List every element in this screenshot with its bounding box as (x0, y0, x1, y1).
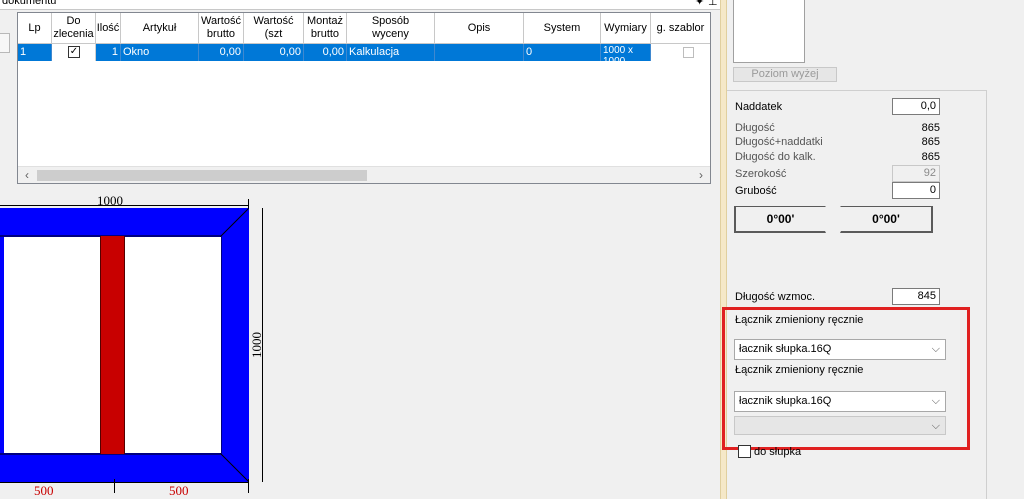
wzmoc-label: Długość wzmoc. (735, 291, 816, 303)
mullion-post[interactable] (100, 236, 125, 454)
grubosc-input[interactable]: 0 (892, 182, 940, 199)
scrollbar-thumb[interactable] (37, 170, 367, 181)
dropdown-pin-icon[interactable]: ✦ (695, 0, 704, 8)
cell-system: 0 (524, 44, 601, 61)
col-do-zlecenia[interactable]: Do zlecenia (52, 13, 96, 44)
bottom-dimension-tick-right (248, 479, 249, 493)
col-wartosc-brutto[interactable]: Wartość brutto (199, 13, 244, 44)
right-pane[interactable] (124, 237, 221, 453)
szerokosc-label: Szerokość (735, 168, 787, 180)
dlugosc-label: Długość (735, 122, 775, 134)
element-preview-box (733, 0, 805, 63)
left-pane[interactable] (4, 237, 101, 453)
right-panel-separator (727, 90, 987, 91)
szablon-checkbox[interactable] (683, 47, 694, 58)
angle-left-box[interactable]: 0°00' (734, 206, 826, 233)
cell-artykul: Okno (121, 44, 199, 61)
col-ilosc[interactable]: Ilość (96, 13, 121, 44)
dlugosc-kalk-value: 865 (921, 151, 940, 163)
dlugosc-value: 865 (921, 122, 940, 134)
cell-sposob-wyceny: Kalkulacja (347, 44, 435, 61)
grubosc-label: Grubość (735, 185, 777, 197)
cell-ilosc: 1 (96, 44, 121, 61)
table-row[interactable]: 1 ✓ 1 Okno 0,00 0,00 0,00 Kalkulacja 0 1… (18, 44, 710, 61)
wzmoc-input[interactable]: 845 (892, 288, 940, 305)
col-wartosc-szt[interactable]: Wartość (szt (244, 13, 304, 44)
height-dimension-label: 1000 (249, 332, 264, 358)
left-collapsed-button[interactable] (0, 33, 10, 53)
do-slupka-label: do słupka (754, 446, 802, 458)
bottom-right-dimension: 500 (169, 483, 189, 498)
positions-grid[interactable]: Lp Do zlecenia Ilość Artykuł Wartość bru… (17, 12, 711, 184)
top-dimension-line (0, 205, 249, 206)
naddatek-label: Naddatek (735, 101, 783, 113)
width-dimension-label: 1000 (97, 193, 123, 208)
col-sposob-wyceny[interactable]: Sposób wyceny (347, 13, 435, 44)
bottom-dimension-tick (114, 479, 115, 493)
horizontal-scrollbar[interactable]: ‹ › (18, 166, 710, 183)
dlugosc-kalk-label: Długość do kalk. (735, 151, 816, 163)
cell-montaz-brutto: 0,00 (304, 44, 347, 61)
scroll-right-icon[interactable]: › (693, 168, 709, 183)
cell-wartosc-brutto: 0,00 (199, 44, 244, 61)
col-system[interactable]: System (524, 13, 601, 44)
bottom-left-dimension: 500 (34, 483, 54, 498)
cell-wymiary: 1000 x 1000 (601, 44, 651, 61)
col-szablon[interactable]: g. szablor (651, 13, 710, 44)
cell-lp: 1 (18, 44, 52, 61)
col-opis[interactable]: Opis (435, 13, 524, 44)
dlugosc-naddatki-label: Długość+naddatki (735, 136, 823, 148)
right-panel-border (986, 90, 987, 499)
pin-icon[interactable]: ⊥ (708, 0, 718, 8)
cell-do-zlecenia[interactable]: ✓ (52, 44, 96, 61)
level-up-button[interactable]: Poziom wyżej (733, 67, 837, 82)
do-zlecenia-checkbox[interactable]: ✓ (68, 46, 80, 58)
scroll-left-icon[interactable]: ‹ (19, 168, 35, 183)
naddatek-input[interactable]: 0,0 (892, 98, 940, 115)
col-montaz-brutto[interactable]: Montaż brutto (304, 13, 347, 44)
do-slupka-checkbox[interactable] (738, 445, 751, 458)
cell-szablon[interactable] (651, 44, 710, 61)
szerokosc-input: 92 (892, 165, 940, 182)
dlugosc-naddatki-value: 865 (921, 136, 940, 148)
panel-title-bar: dokumentu ✦ ⊥ (0, 0, 720, 10)
cell-opis (435, 44, 524, 61)
col-artykul[interactable]: Artykuł (121, 13, 199, 44)
highlight-rectangle (722, 307, 970, 450)
col-lp[interactable]: Lp (18, 13, 52, 44)
window-drawing-canvas[interactable]: 1000 1000 500 500 (0, 187, 720, 499)
grid-header: Lp Do zlecenia Ilość Artykuł Wartość bru… (18, 13, 710, 44)
panel-title: dokumentu (2, 0, 57, 7)
cell-wartosc-szt: 0,00 (244, 44, 304, 61)
angle-right-box[interactable]: 0°00' (840, 206, 933, 233)
col-wymiary[interactable]: Wymiary (601, 13, 651, 44)
